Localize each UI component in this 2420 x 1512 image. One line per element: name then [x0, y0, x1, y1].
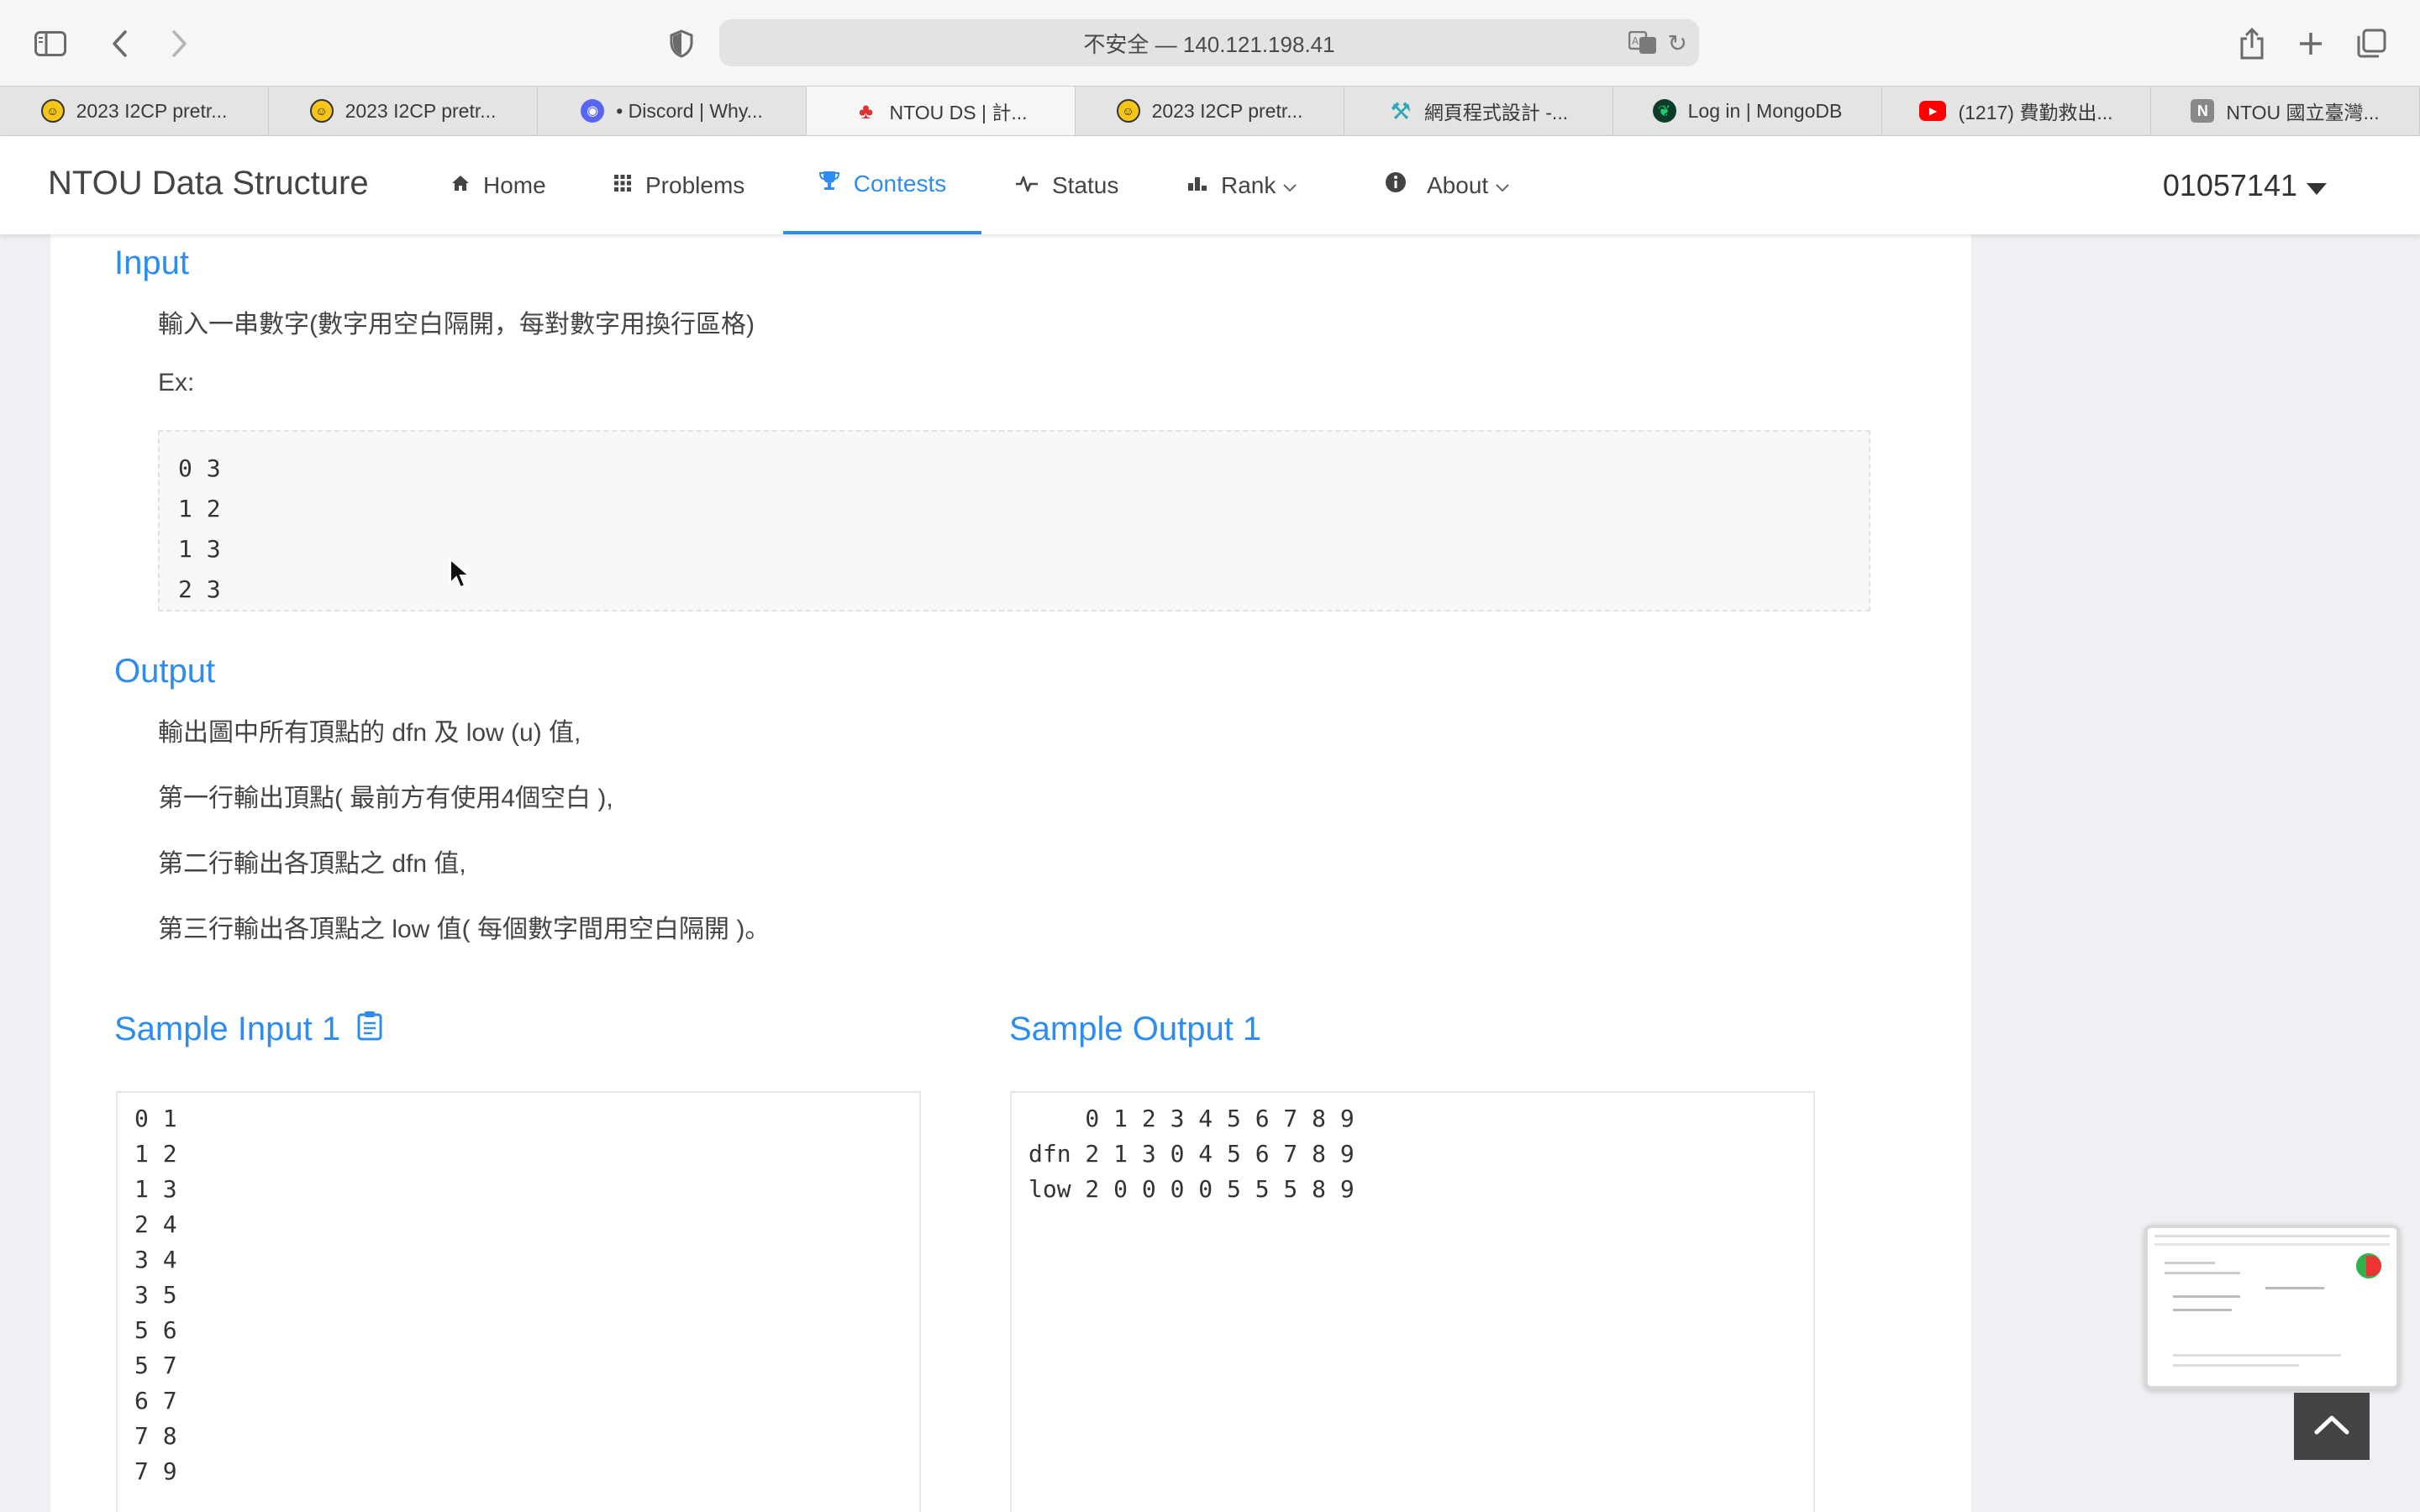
privacy-shield-icon[interactable] [663, 25, 700, 62]
tab-label: NTOU 國立臺灣... [2226, 102, 2380, 123]
address-bar[interactable]: 不安全 — 140.121.198.41 A ↻ [719, 19, 1699, 66]
browser-tab-active[interactable]: ♣ NTOU DS | 計... [807, 87, 1076, 135]
output-section-title: Output [114, 653, 216, 690]
info-icon [1385, 171, 1407, 199]
web-icon: ⚒ [1390, 97, 1412, 124]
tab-overview-icon[interactable] [2353, 25, 2390, 62]
output-line: 第二行輸出各頂點之 dfn 值, [158, 850, 466, 878]
screenshot-thumbnail[interactable] [2144, 1225, 2400, 1389]
mongodb-icon: ❦ [1652, 99, 1676, 123]
sample-input-title: Sample Input 1 [114, 1011, 341, 1047]
nav-about-dropdown[interactable]: About [1385, 136, 1510, 234]
browser-toolbar: 不安全 — 140.121.198.41 A ↻ [0, 0, 2420, 86]
nav-home-label: Home [483, 171, 546, 198]
site-brand[interactable]: NTOU Data Structure [48, 165, 369, 202]
back-icon[interactable] [101, 25, 138, 62]
reload-icon[interactable]: ↻ [1668, 29, 1687, 57]
ntou-icon: ♣ [858, 97, 874, 123]
nav-rank-label: Rank [1221, 171, 1276, 198]
nav-problems-label: Problems [645, 171, 745, 198]
caret-down-icon [2306, 168, 2328, 202]
nav-status[interactable]: Status [1015, 136, 1118, 234]
username: 01057141 [2162, 168, 2297, 202]
sample-output-title: Sample Output 1 [1009, 1011, 1262, 1047]
sample-input-box: 0 1 1 2 1 3 2 4 3 4 3 5 5 6 5 7 6 7 7 8 … [116, 1091, 921, 1512]
example-label: Ex: [158, 369, 195, 396]
nav-home[interactable]: Home [448, 136, 550, 234]
browser-tab[interactable]: ❦ Log in | MongoDB [1613, 87, 1882, 135]
browser-tab[interactable]: ▶ (1217) 費勤救出... [1882, 87, 2151, 135]
clipboard-icon[interactable] [357, 1011, 382, 1048]
nav-problems[interactable]: Problems [613, 136, 744, 234]
nav-status-label: Status [1052, 171, 1119, 198]
smiley-icon: ☺ [40, 99, 65, 123]
grid-icon [613, 172, 632, 198]
user-menu[interactable]: 01057141 [2163, 168, 2328, 203]
sample-output-box: 0 1 2 3 4 5 6 7 8 9 dfn 2 1 3 0 4 5 6 7 … [1010, 1091, 1815, 1512]
site-navbar: NTOU Data Structure Home Problems Contes… [0, 136, 2420, 234]
tab-label: NTOU DS | 計... [889, 102, 1028, 123]
chevron-down-icon [1282, 172, 1297, 199]
chevron-up-icon [2313, 1414, 2350, 1440]
nav-about-label: About [1427, 171, 1489, 198]
new-tab-icon[interactable] [2292, 25, 2329, 62]
output-line: 第三行輸出各頂點之 low 值( 每個數字間用空白隔開 )。 [158, 916, 771, 943]
bar-chart-icon [1187, 172, 1207, 198]
translate-icon[interactable]: A [1628, 30, 1657, 55]
address-text: 不安全 — 140.121.198.41 [1083, 31, 1335, 57]
sidebar-toggle-icon[interactable] [32, 25, 69, 62]
youtube-icon: ▶ [1919, 101, 1947, 121]
nav-contests[interactable]: Contests [783, 136, 981, 234]
smiley-icon: ☺ [309, 99, 334, 123]
back-to-top-button[interactable] [2294, 1393, 2370, 1460]
input-section-title: Input [114, 244, 189, 281]
nav-rank-dropdown[interactable]: Rank [1187, 136, 1297, 234]
chevron-down-icon [1495, 172, 1510, 199]
tab-bar: ☺ 2023 I2CP pretr... ☺ 2023 I2CP pretr... … [0, 86, 2420, 136]
tab-label: • Discord | Why... [616, 99, 763, 122]
notion-icon: N [2191, 99, 2215, 123]
pulse-icon [1015, 172, 1039, 198]
output-line: 第一行輸出頂點( 最前方有使用4個空白 ), [158, 785, 613, 812]
tab-label: Log in | MongoDB [1687, 99, 1843, 122]
sample-input-header: Sample Input 1 [114, 1011, 382, 1048]
problem-card: Input 輸入一串數字(數字用空白隔開，每對數字用換行區格) Ex: 0 3 … [50, 234, 1971, 1512]
browser-tab[interactable]: ◉ • Discord | Why... [538, 87, 807, 135]
browser-tab[interactable]: ☺ 2023 I2CP pretr... [1076, 87, 1344, 135]
tab-label: 2023 I2CP pretr... [76, 99, 228, 122]
smiley-icon: ☺ [1116, 99, 1140, 123]
browser-tab[interactable]: ☺ 2023 I2CP pretr... [0, 87, 269, 135]
discord-icon: ◉ [581, 99, 605, 123]
output-line: 輸出圖中所有頂點的 dfn 及 low (u) 值, [158, 719, 581, 747]
svg-text:A: A [1632, 35, 1639, 47]
browser-tab[interactable]: ☺ 2023 I2CP pretr... [269, 87, 538, 135]
example-code-block: 0 3 1 2 1 3 2 3 [158, 430, 1870, 612]
tab-label: 2023 I2CP pretr... [1151, 99, 1303, 122]
browser-tab[interactable]: ⚒ 網頁程式設計 -... [1344, 87, 1613, 135]
tab-label: (1217) 費勤救出... [1958, 102, 2113, 123]
tab-label: 2023 I2CP pretr... [345, 99, 497, 122]
input-description: 輸入一串數字(數字用空白隔開，每對數字用換行區格) [158, 311, 755, 339]
home-icon [451, 172, 470, 198]
nav-contests-label: Contests [853, 170, 947, 197]
forward-icon[interactable] [161, 25, 198, 62]
tab-label: 網頁程式設計 -... [1423, 102, 1569, 123]
share-icon[interactable] [2233, 25, 2270, 62]
browser-tab[interactable]: N NTOU 國立臺灣... [2151, 87, 2420, 135]
trophy-icon [818, 170, 840, 197]
